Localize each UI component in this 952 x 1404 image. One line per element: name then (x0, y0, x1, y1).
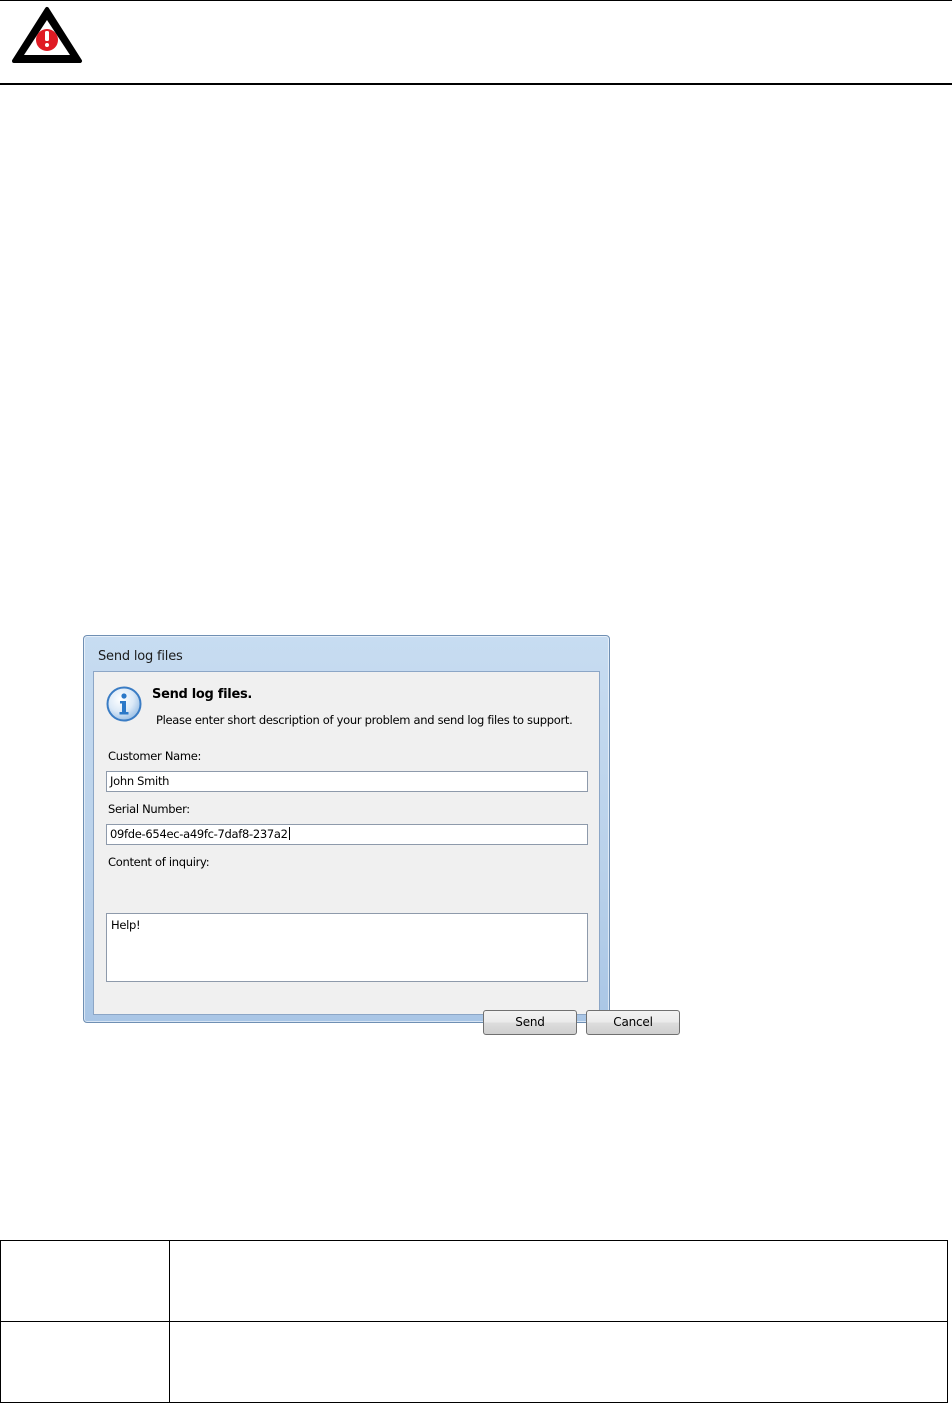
serial-number-value: 09fde-654ec-a49fc-7daf8-237a2 (110, 827, 288, 841)
dialog-content-area: Send log files. Please enter short descr… (93, 671, 680, 1035)
serial-number-input[interactable]: 09fde-654ec-a49fc-7daf8-237a2 (106, 824, 588, 845)
table-cell (0, 1240, 170, 1322)
info-icon (106, 686, 142, 722)
table-cell (169, 1240, 948, 1322)
text-caret (288, 827, 290, 840)
table-cell (169, 1321, 948, 1403)
inquiry-textarea[interactable]: Help! (106, 913, 588, 982)
send-log-files-dialog: Send log files Send log files. Please en… (83, 635, 680, 1035)
table-cell (0, 1321, 170, 1403)
dialog-description: Please enter short description of your p… (156, 713, 573, 727)
table-row (0, 1321, 948, 1403)
table-row (0, 1240, 948, 1322)
document-table (0, 1240, 948, 1403)
warning-header (0, 0, 952, 85)
inquiry-label: Content of inquiry: (108, 855, 210, 869)
dialog-window-title: Send log files (98, 649, 183, 664)
warning-icon (12, 7, 82, 63)
customer-name-input[interactable]: John Smith (106, 771, 588, 792)
serial-number-label: Serial Number: (108, 802, 190, 816)
cancel-button[interactable]: Cancel (586, 1010, 680, 1035)
dialog-heading: Send log files. (152, 687, 253, 702)
send-button[interactable]: Send (483, 1010, 577, 1035)
customer-name-label: Customer Name: (108, 749, 202, 763)
